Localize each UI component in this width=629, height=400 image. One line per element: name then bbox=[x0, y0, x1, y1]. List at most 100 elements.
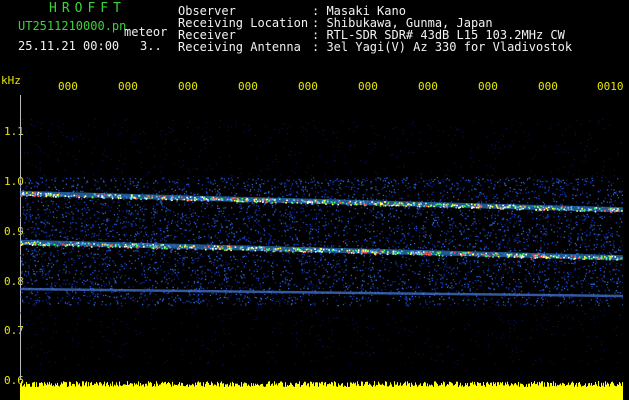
noise-speck bbox=[48, 302, 50, 304]
noise-speck bbox=[160, 281, 162, 283]
noise-speck bbox=[85, 218, 88, 220]
noise-speck bbox=[398, 283, 400, 285]
noise-speck bbox=[561, 252, 563, 254]
noise-speck bbox=[495, 233, 497, 235]
noise-speck bbox=[196, 257, 198, 259]
noise-speck bbox=[137, 184, 139, 186]
noise-speck bbox=[532, 278, 535, 280]
noise-speck bbox=[145, 231, 147, 233]
noise-speck bbox=[547, 215, 549, 218]
noise-speck bbox=[582, 201, 584, 204]
noise-speck bbox=[371, 266, 374, 268]
noise-speck bbox=[555, 305, 557, 307]
noise-speck bbox=[605, 241, 608, 243]
noise-speck bbox=[201, 270, 203, 272]
noise-speck bbox=[622, 190, 623, 192]
noise-speck bbox=[488, 210, 490, 212]
noise-speck bbox=[256, 214, 258, 216]
noise-speck bbox=[124, 185, 126, 187]
noise-speck bbox=[194, 272, 196, 274]
noise-speck bbox=[263, 228, 265, 230]
noise-speck bbox=[248, 220, 250, 222]
noise-speck bbox=[431, 247, 433, 250]
noise-speck bbox=[438, 241, 440, 243]
noise-speck bbox=[510, 250, 512, 252]
noise-speck bbox=[470, 235, 472, 237]
noise-speck bbox=[616, 262, 618, 265]
noise-speck bbox=[64, 302, 67, 304]
noise-speck bbox=[260, 260, 262, 262]
noise-speck bbox=[621, 194, 623, 196]
noise-speck bbox=[122, 178, 124, 180]
noise-speck bbox=[182, 263, 185, 265]
noise-speck bbox=[139, 218, 141, 220]
noise-speck bbox=[329, 205, 331, 208]
noise-speck bbox=[30, 214, 32, 216]
noise-speck bbox=[50, 252, 52, 254]
noise-speck bbox=[433, 218, 435, 220]
noise-speck bbox=[37, 182, 39, 184]
noise-speck bbox=[571, 182, 573, 185]
noise-speck bbox=[181, 212, 184, 214]
noise-speck bbox=[34, 185, 36, 187]
noise-speck bbox=[484, 235, 486, 237]
noise-speck bbox=[223, 279, 225, 281]
noise-speck bbox=[308, 294, 310, 296]
noise-speck bbox=[274, 203, 276, 206]
file-name: UT2511210000.pn bbox=[18, 19, 127, 33]
noise-speck bbox=[407, 234, 409, 236]
noise-speck bbox=[415, 225, 417, 228]
noise-speck bbox=[171, 293, 173, 295]
noise-speck bbox=[508, 283, 511, 285]
noise-speck bbox=[154, 304, 156, 306]
noise-speck bbox=[35, 250, 37, 252]
noise-speck bbox=[338, 220, 340, 222]
noise-speck bbox=[24, 238, 27, 240]
noise-speck bbox=[93, 240, 95, 242]
noise-speck bbox=[338, 184, 340, 186]
noise-speck bbox=[616, 234, 618, 236]
noise-speck bbox=[265, 277, 267, 279]
noise-speck bbox=[131, 225, 133, 227]
noise-speck bbox=[397, 270, 399, 272]
noise-speck bbox=[255, 229, 257, 232]
noise-speck bbox=[613, 281, 615, 283]
noise-speck bbox=[446, 278, 448, 280]
noise-speck bbox=[390, 181, 393, 183]
noise-speck bbox=[528, 237, 530, 239]
noise-speck bbox=[250, 229, 252, 231]
noise-speck bbox=[20, 260, 23, 262]
noise-speck bbox=[593, 233, 595, 235]
noise-speck bbox=[225, 230, 227, 233]
noise-speck bbox=[364, 212, 366, 215]
noise-speck bbox=[77, 303, 79, 305]
noise-speck bbox=[621, 221, 623, 223]
noise-speck bbox=[376, 235, 378, 237]
noise-speck bbox=[517, 216, 519, 218]
noise-speck bbox=[429, 265, 431, 267]
noise-speck bbox=[282, 259, 284, 261]
noise-speck bbox=[581, 192, 584, 194]
noise-speck bbox=[442, 283, 444, 285]
noise-speck bbox=[342, 303, 345, 306]
noise-speck bbox=[313, 272, 316, 274]
noise-speck bbox=[167, 192, 169, 194]
noise-speck bbox=[598, 302, 600, 304]
noise-speck bbox=[479, 208, 481, 210]
noise-speck bbox=[212, 282, 214, 284]
noise-speck bbox=[289, 212, 291, 215]
noise-speck bbox=[28, 267, 30, 269]
noise-speck bbox=[318, 266, 321, 268]
noise-speck bbox=[314, 184, 316, 186]
noise-speck bbox=[547, 217, 549, 219]
noise-speck bbox=[105, 228, 107, 230]
noise-speck bbox=[31, 232, 33, 234]
noise-speck bbox=[48, 235, 51, 237]
noise-speck bbox=[544, 192, 546, 194]
noise-speck bbox=[189, 210, 191, 212]
noise-speck bbox=[527, 263, 529, 265]
noise-speck bbox=[541, 183, 543, 186]
noise-speck bbox=[35, 235, 37, 237]
noise-speck bbox=[474, 250, 476, 252]
noise-speck bbox=[606, 189, 609, 191]
